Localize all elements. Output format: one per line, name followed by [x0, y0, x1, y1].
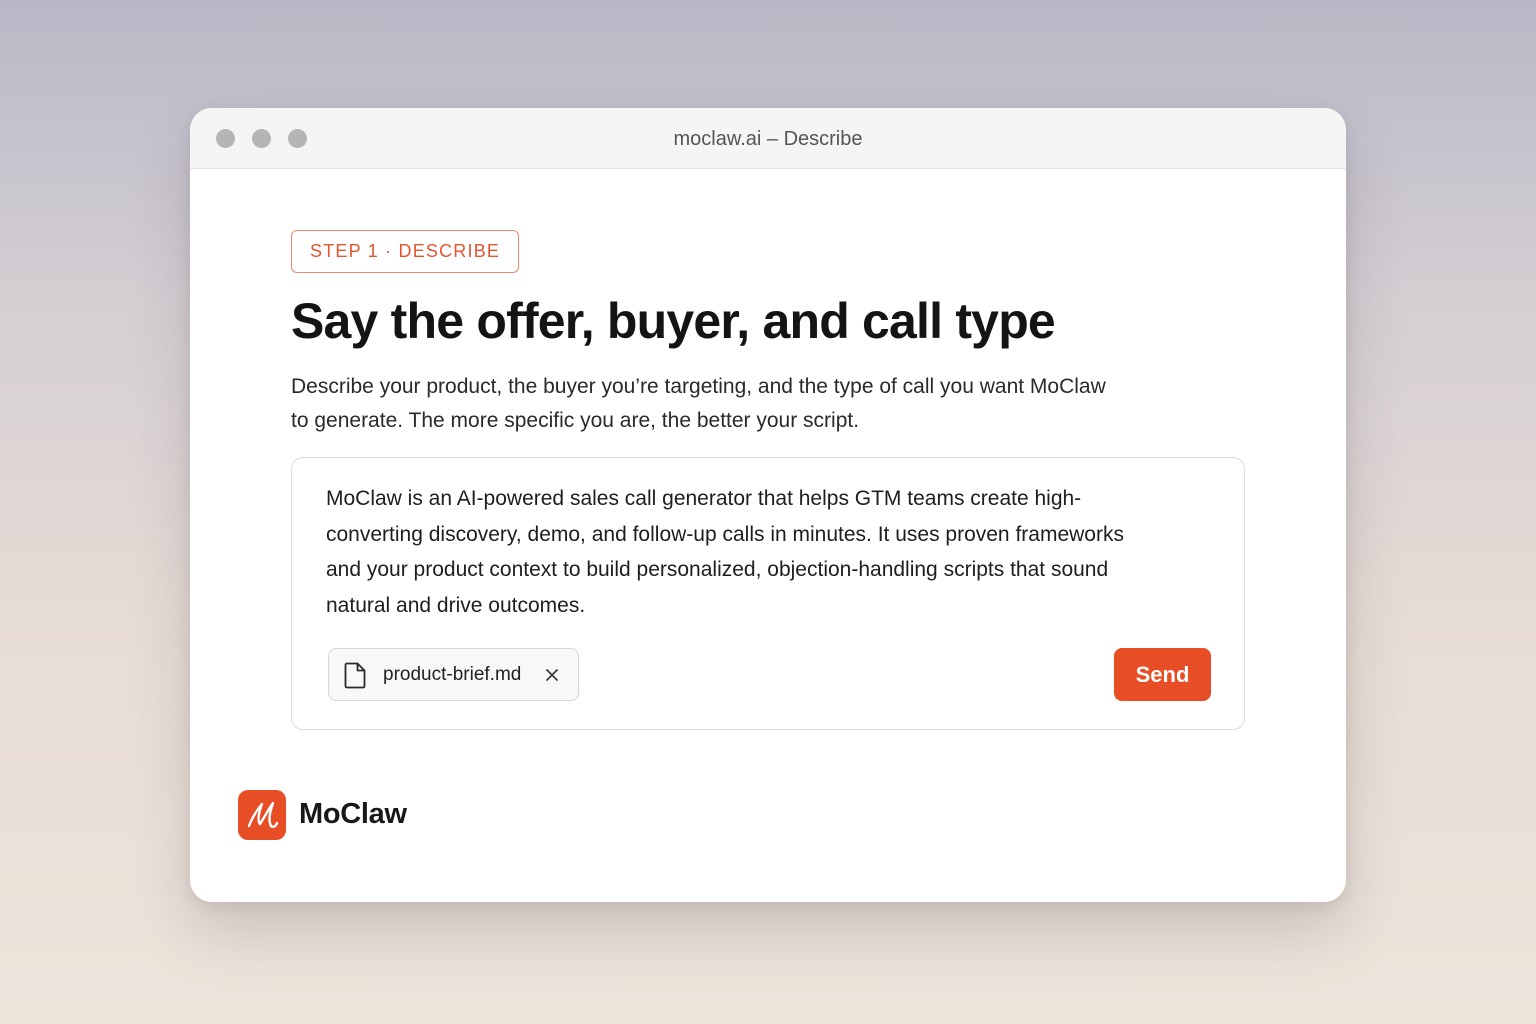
- attachment-file-name: product-brief.md: [383, 664, 522, 685]
- page-title: Say the offer, buyer, and call type: [291, 293, 1056, 349]
- prompt-input[interactable]: MoClaw is an AI-powered sales call gener…: [326, 481, 1126, 623]
- window-titlebar: moclaw.ai – Describe: [190, 108, 1346, 169]
- file-icon: [344, 662, 366, 689]
- step-badge: STEP 1 · DESCRIBE: [291, 230, 520, 273]
- page-description: Describe your product, the buyer you’re …: [291, 375, 1106, 432]
- window-title: moclaw.ai – Describe: [673, 128, 863, 150]
- brand-name: MoClaw: [299, 798, 407, 830]
- moclaw-logo-icon: [238, 790, 286, 840]
- close-icon[interactable]: [543, 666, 561, 684]
- attachment-chip[interactable]: product-brief.md: [328, 648, 579, 701]
- send-button[interactable]: Send: [1114, 648, 1211, 701]
- prompt-composer[interactable]: MoClaw is an AI-powered sales call gener…: [291, 457, 1245, 730]
- browser-window: moclaw.ai – Describe STEP 1 · DESCRIBE S…: [190, 108, 1346, 902]
